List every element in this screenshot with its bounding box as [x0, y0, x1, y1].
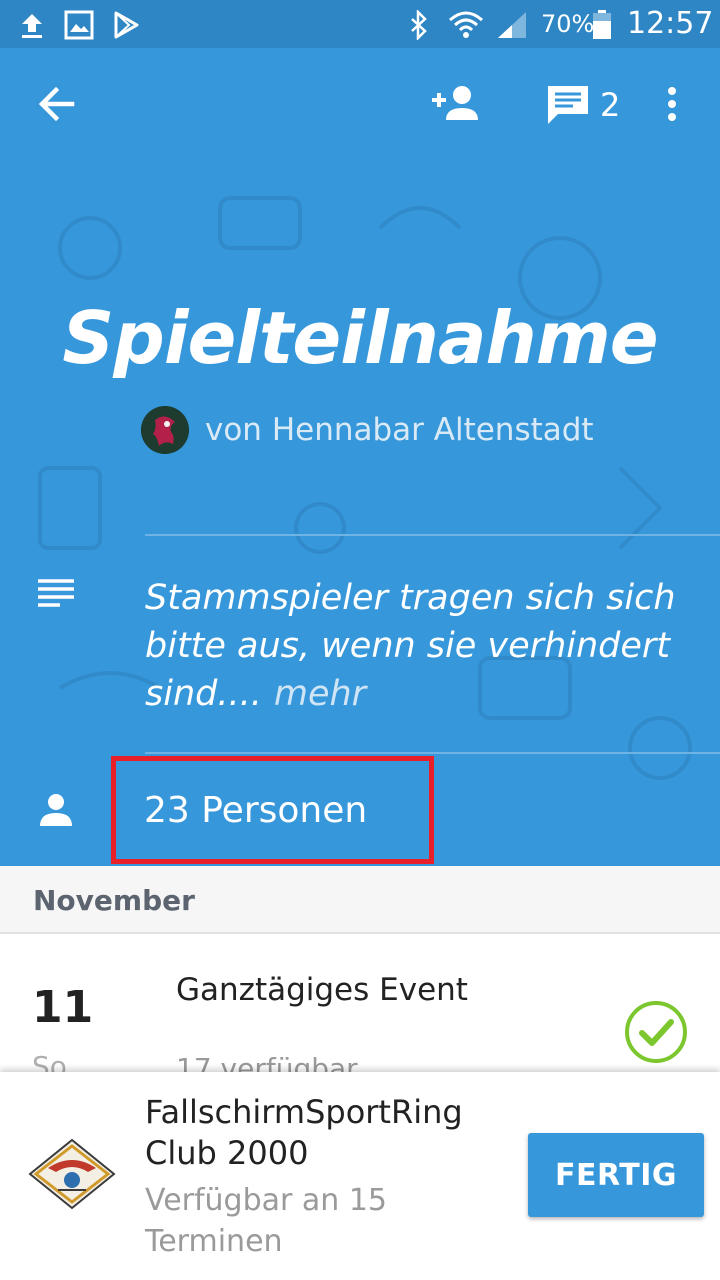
back-button[interactable] — [36, 84, 76, 124]
persons-count[interactable]: 23 Personen — [144, 790, 367, 831]
divider — [145, 534, 720, 536]
event-availability: 17 verfügbar — [176, 1052, 358, 1074]
done-button[interactable]: FERTIG — [528, 1133, 704, 1217]
person-icon — [40, 794, 72, 826]
month-label: November — [33, 884, 195, 917]
notes-icon — [38, 579, 74, 607]
more-link[interactable]: mehr — [274, 674, 366, 714]
club-logo-icon — [28, 1138, 116, 1210]
play-store-icon — [114, 11, 139, 39]
club-name: FallschirmSportRing Club 2000 — [145, 1093, 463, 1172]
wifi-icon — [449, 11, 483, 38]
page-title: Spielteilnahme — [62, 296, 658, 380]
more-vert-icon[interactable] — [664, 86, 680, 122]
event-day-number: 11 — [32, 982, 94, 1033]
event-row[interactable]: 11 So Ganztägiges Event 17 verfügbar — [0, 934, 720, 1074]
bottom-bar: FallschirmSportRing Club 2000 Verfügbar … — [0, 1072, 720, 1280]
event-day-name: So — [32, 1050, 67, 1074]
club-availability: Verfügbar an 15 Terminen — [145, 1183, 388, 1259]
chat-icon[interactable] — [546, 84, 590, 126]
owner-logo-icon — [141, 406, 189, 454]
doodle-pattern — [38, 196, 692, 780]
owner-avatar[interactable] — [141, 406, 189, 454]
person-add-icon[interactable] — [430, 84, 482, 124]
upload-icon — [22, 14, 42, 38]
event-title: Ganztägiges Event — [176, 972, 468, 1008]
battery-icon — [593, 10, 611, 39]
group-header: 2 Spielteilnahme von Hennabar Altenstadt… — [0, 48, 720, 866]
month-header: November — [0, 866, 720, 934]
bluetooth-icon — [411, 10, 427, 40]
divider — [145, 752, 720, 754]
status-bar: 70% 12:57 — [0, 0, 720, 48]
owner-name[interactable]: von Hennabar Altenstadt — [205, 412, 594, 448]
clock: 12:57 — [627, 6, 714, 41]
description-text: Stammspieler tragen sich sich bitte aus,… — [145, 578, 676, 714]
battery-percent: 70% — [541, 10, 595, 38]
chat-count[interactable]: 2 — [600, 86, 620, 124]
description[interactable]: Stammspieler tragen sich sich bitte aus,… — [145, 574, 705, 718]
signal-icon — [498, 12, 526, 38]
check-circle-icon[interactable] — [624, 1000, 688, 1064]
image-icon — [64, 10, 94, 40]
